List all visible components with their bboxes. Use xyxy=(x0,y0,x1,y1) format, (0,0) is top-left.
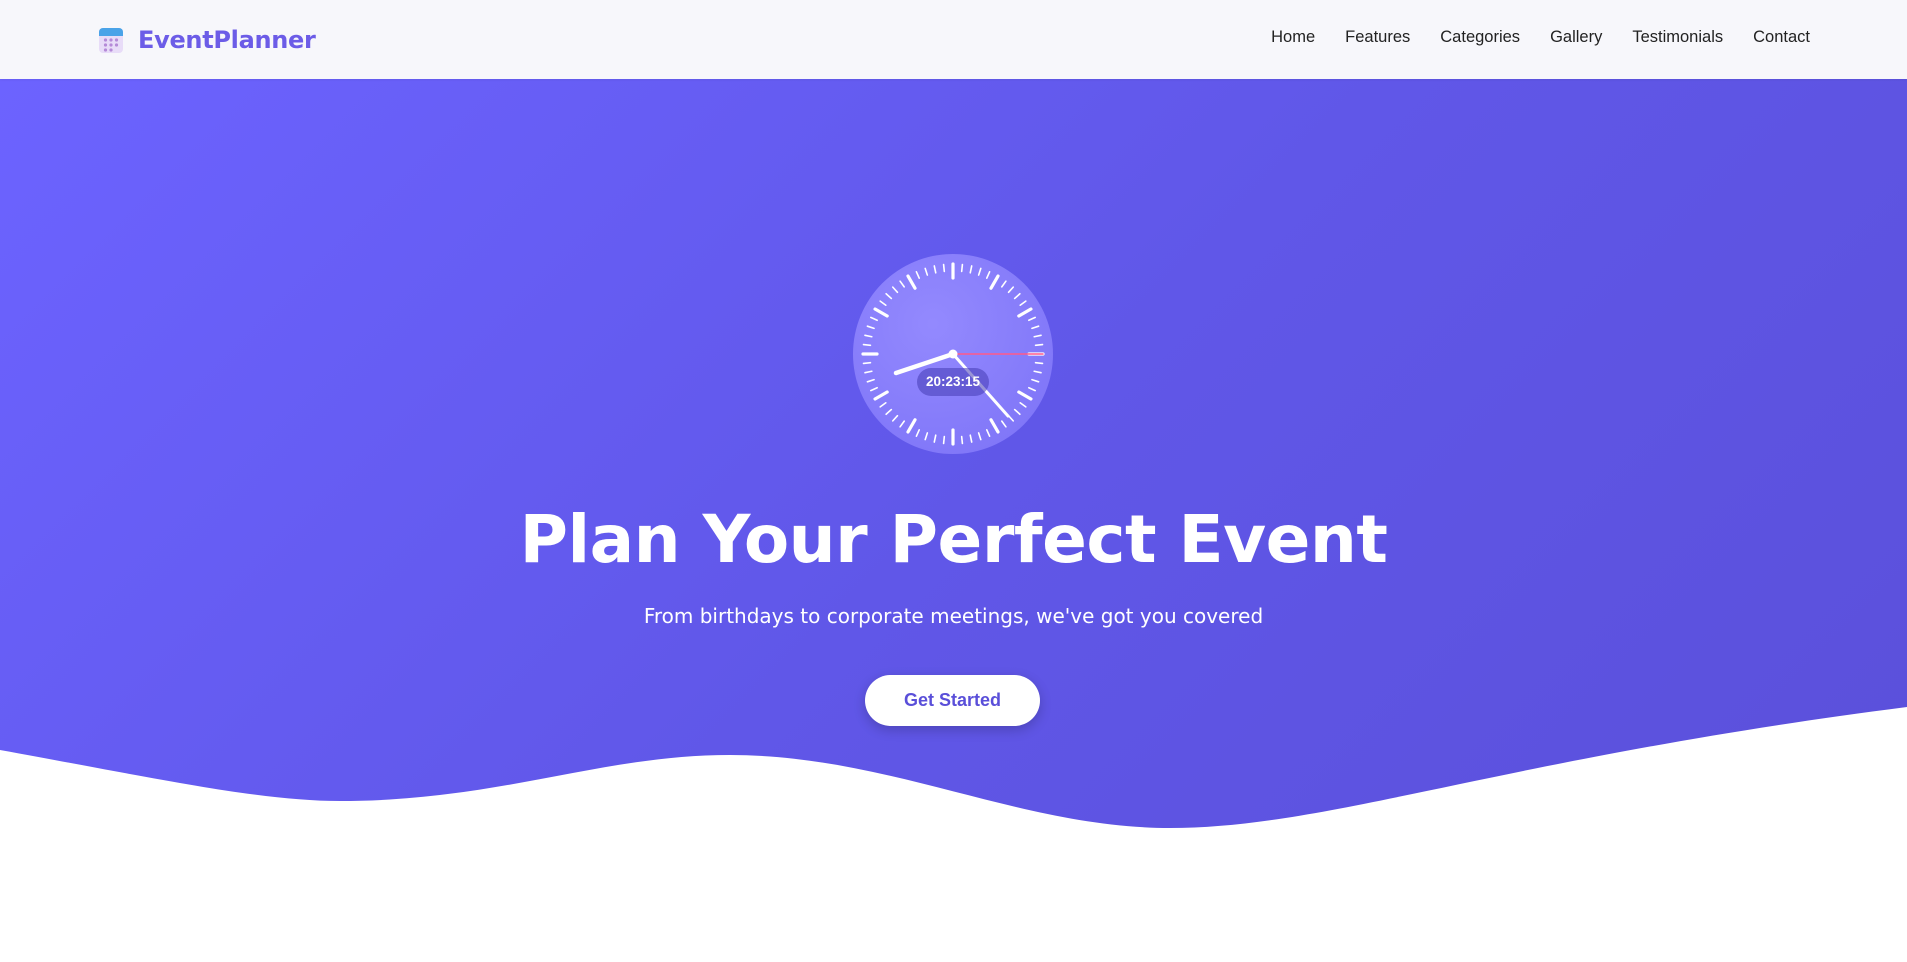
clock-minor-tick xyxy=(915,429,921,438)
clock-minor-tick xyxy=(885,408,893,416)
clock-minor-tick xyxy=(1033,334,1042,338)
hero-subtitle: From birthdays to corporate meetings, we… xyxy=(643,604,1264,628)
clock-minor-tick xyxy=(1019,300,1027,307)
clock-minor-tick xyxy=(969,265,973,274)
clock-minor-tick xyxy=(1013,408,1021,416)
clock-major-tick xyxy=(873,390,889,401)
clock-major-tick xyxy=(1017,390,1033,401)
clock-minor-tick xyxy=(1028,316,1037,322)
brand-name: EventPlanner xyxy=(138,26,316,54)
hero-title: Plan Your Perfect Event xyxy=(519,501,1388,578)
clock-dial xyxy=(861,262,1045,446)
calendar-icon xyxy=(99,28,123,53)
clock-minor-tick xyxy=(899,280,906,288)
clock-minor-tick xyxy=(942,435,946,445)
clock-major-tick xyxy=(989,418,1000,434)
clock-minor-tick xyxy=(942,263,946,273)
clock-minor-tick xyxy=(960,435,964,445)
clock-minor-tick xyxy=(1031,378,1040,383)
clock-minor-tick xyxy=(866,378,875,383)
get-started-button[interactable]: Get Started xyxy=(865,675,1040,726)
clock-minor-tick xyxy=(924,432,929,441)
clock-minor-tick xyxy=(879,300,887,307)
clock-major-tick xyxy=(1017,307,1033,318)
clock-minor-tick xyxy=(885,292,893,300)
clock-minor-tick xyxy=(985,429,991,438)
clock-major-tick xyxy=(989,274,1000,290)
clock-minor-tick xyxy=(862,343,872,347)
hero-section: 20:23:15 Plan Your Perfect Event From bi… xyxy=(0,79,1907,962)
clock-minor-tick xyxy=(1031,325,1040,330)
clock-minor-tick xyxy=(1000,280,1007,288)
clock-minor-tick xyxy=(933,265,937,274)
nav-link-categories[interactable]: Categories xyxy=(1440,28,1520,47)
clock-minor-tick xyxy=(1034,343,1044,347)
clock-minor-tick xyxy=(866,325,875,330)
clock-major-tick xyxy=(906,274,917,290)
digital-time: 20:23:15 xyxy=(917,368,989,396)
clock-minor-tick xyxy=(864,334,873,338)
clock-minor-tick xyxy=(1033,370,1042,374)
clock-minor-tick xyxy=(1028,386,1037,392)
brand-logo[interactable]: EventPlanner xyxy=(98,25,316,55)
nav-link-features[interactable]: Features xyxy=(1345,28,1410,47)
clock-major-tick xyxy=(873,307,889,318)
clock-minor-tick xyxy=(977,432,982,441)
clock-minor-tick xyxy=(960,263,964,273)
clock-minor-tick xyxy=(862,361,872,365)
nav-links: Home Features Categories Gallery Testimo… xyxy=(1241,28,1810,47)
clock-minor-tick xyxy=(869,386,878,392)
nav-link-home[interactable]: Home xyxy=(1271,28,1315,47)
analog-clock: 20:23:15 xyxy=(853,254,1053,454)
clock-minor-tick xyxy=(899,420,906,428)
nav-link-gallery[interactable]: Gallery xyxy=(1550,28,1602,47)
clock-minor-tick xyxy=(891,414,899,422)
clock-minor-tick xyxy=(969,434,973,443)
clock-major-tick xyxy=(906,418,917,434)
clock-minor-tick xyxy=(879,401,887,408)
nav-link-contact[interactable]: Contact xyxy=(1753,28,1810,47)
nav-link-testimonials[interactable]: Testimonials xyxy=(1632,28,1723,47)
clock-minor-tick xyxy=(924,267,929,276)
clock-minor-tick xyxy=(915,270,921,279)
clock-center xyxy=(948,349,958,359)
clock-minor-tick xyxy=(1019,401,1027,408)
clock-minor-tick xyxy=(1034,361,1044,365)
clock-minor-tick xyxy=(1000,420,1007,428)
navbar: EventPlanner Home Features Categories Ga… xyxy=(0,0,1907,79)
clock-minor-tick xyxy=(985,270,991,279)
clock-minor-tick xyxy=(1013,292,1021,300)
clock-minor-tick xyxy=(891,286,899,294)
clock-minor-tick xyxy=(977,267,982,276)
clock-minor-tick xyxy=(869,316,878,322)
clock-minor-tick xyxy=(1007,286,1015,294)
clock-minor-tick xyxy=(864,370,873,374)
clock-minor-tick xyxy=(933,434,937,443)
